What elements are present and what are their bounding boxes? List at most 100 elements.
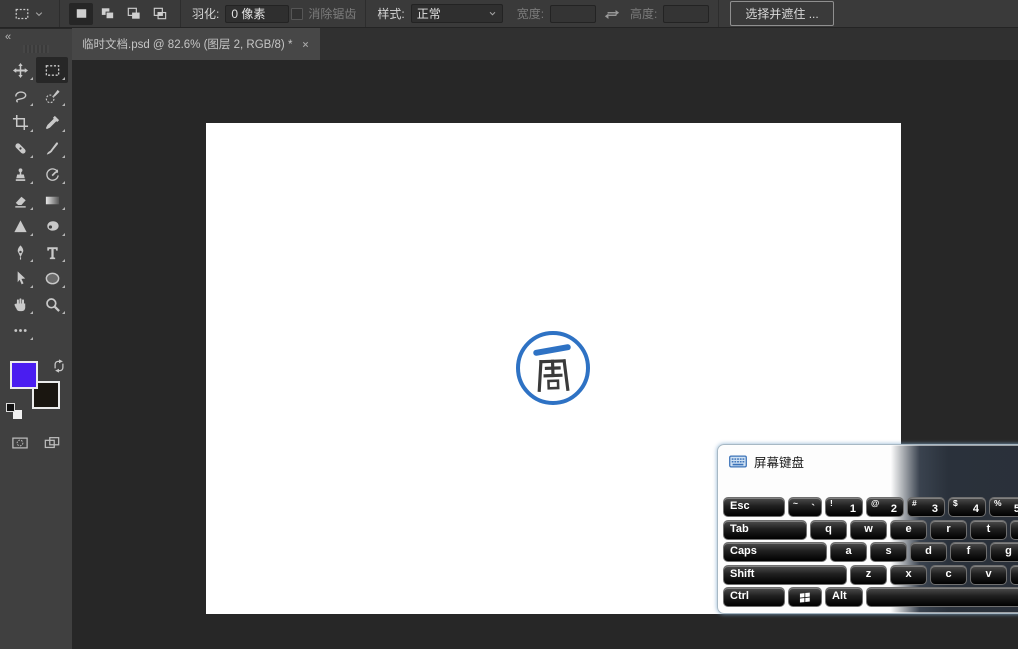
divider <box>718 0 720 27</box>
new-selection-icon <box>73 5 90 22</box>
intersect-with-selection-icon <box>151 5 168 22</box>
key-s[interactable]: s <box>870 542 907 562</box>
dodge-icon <box>44 218 61 235</box>
tool-zoom[interactable] <box>36 291 68 317</box>
key-q[interactable]: q <box>810 519 847 540</box>
key-x[interactable]: x <box>890 564 927 585</box>
tool-spot-healing-brush[interactable] <box>4 135 36 161</box>
key-alt[interactable]: Alt <box>825 587 863 607</box>
divider <box>180 0 181 27</box>
document-tab-bar: 临时文档.psd @ 82.6% (图层 2, RGB/8) * <box>72 28 1018 60</box>
key-ctrl[interactable]: Ctrl <box>723 587 785 607</box>
tool-brush[interactable] <box>36 135 68 161</box>
tool-history-brush[interactable] <box>36 161 68 187</box>
tool-edit-toolbar-ellipsis[interactable] <box>4 317 36 343</box>
add-to-selection-button[interactable] <box>95 3 119 25</box>
key-d[interactable]: d <box>910 542 947 562</box>
rectangular-marquee-icon <box>14 6 30 22</box>
subtract-from-selection-icon <box>125 5 142 22</box>
antialias-checkbox <box>291 7 304 20</box>
key-r[interactable]: r <box>930 519 967 540</box>
key-g[interactable]: g <box>990 542 1018 562</box>
osk-titlebar[interactable]: 屏幕键盘 <box>723 450 1018 472</box>
key-v[interactable]: v <box>970 564 1007 585</box>
tool-lasso[interactable] <box>4 83 36 109</box>
quick-selection-icon <box>44 88 61 105</box>
divider <box>59 0 60 27</box>
divider <box>365 0 367 27</box>
tool-eraser[interactable] <box>4 187 36 213</box>
style-select-value: 正常 <box>416 7 441 21</box>
key-5[interactable]: % 5 <box>989 497 1018 517</box>
style-select[interactable]: 正常 <box>410 4 503 23</box>
key-y[interactable]: y <box>1010 519 1018 540</box>
feather-label: 羽化: <box>192 7 220 21</box>
collapse-panel-button[interactable]: « <box>5 31 11 43</box>
eyedropper-icon <box>44 114 61 131</box>
chevron-down-icon <box>34 9 44 19</box>
tool-move[interactable] <box>4 57 36 83</box>
tool-ellipse-shape[interactable] <box>36 265 68 291</box>
spot-healing-brush-icon <box>12 140 29 157</box>
key-f[interactable]: f <box>950 542 987 562</box>
tool-clone-stamp[interactable] <box>4 161 36 187</box>
key-3[interactable]: #3 <box>907 497 945 517</box>
tool-hand[interactable] <box>4 291 36 317</box>
tool-quick-selection[interactable] <box>36 83 68 109</box>
clone-stamp-icon <box>12 166 29 183</box>
new-selection-button[interactable] <box>69 2 93 25</box>
crop-icon <box>12 114 29 131</box>
key-w[interactable]: w <box>850 519 887 540</box>
select-and-mask-button[interactable]: 选择并遮住 ... <box>730 1 834 26</box>
tool-gradient[interactable] <box>36 187 68 213</box>
key-b[interactable]: b <box>1010 564 1018 585</box>
close-tab-icon[interactable] <box>301 40 310 49</box>
color-widget <box>4 359 68 421</box>
key-caps[interactable]: Caps <box>723 542 827 562</box>
quick-mask-button[interactable] <box>11 435 29 451</box>
swap-colors-icon[interactable] <box>52 359 66 373</box>
height-label: 高度: <box>630 7 658 21</box>
hand-icon <box>12 296 29 313</box>
tool-preset-button[interactable] <box>8 4 50 24</box>
tool-dodge[interactable] <box>36 213 68 239</box>
tool-path-selection[interactable] <box>4 265 36 291</box>
panel-grip[interactable] <box>23 45 49 53</box>
key-tab[interactable]: Tab <box>723 519 807 540</box>
document-tab[interactable]: 临时文档.psd @ 82.6% (图层 2, RGB/8) * <box>72 28 321 60</box>
brush-icon <box>44 140 61 157</box>
move-icon <box>12 62 29 79</box>
tool-type[interactable] <box>36 239 68 265</box>
path-selection-icon <box>12 270 29 287</box>
logo-artwork <box>516 331 590 405</box>
windows-logo-icon <box>798 591 812 604</box>
key-4[interactable]: $4 <box>948 497 986 517</box>
key-space[interactable] <box>866 587 1018 607</box>
key-win[interactable] <box>788 587 822 607</box>
antialias-label: 消除锯齿 <box>308 7 357 21</box>
tool-pen[interactable] <box>4 239 36 265</box>
osk-title: 屏幕键盘 <box>754 455 805 470</box>
swap-dimensions-icon[interactable] <box>604 6 620 22</box>
key-2[interactable]: @2 <box>866 497 904 517</box>
key-z[interactable]: z <box>850 564 887 585</box>
default-colors-icon[interactable] <box>6 403 22 419</box>
key-esc[interactable]: Esc <box>723 497 785 517</box>
key-shift[interactable]: Shift <box>723 564 847 585</box>
subtract-from-selection-button[interactable] <box>121 3 145 25</box>
key-c[interactable]: c <box>930 564 967 585</box>
screen-mode-button[interactable] <box>43 435 61 451</box>
foreground-color-swatch[interactable] <box>10 361 38 389</box>
tool-rectangular-marquee[interactable] <box>36 57 68 83</box>
tool-sharpen[interactable] <box>4 213 36 239</box>
tool-eyedropper[interactable] <box>36 109 68 135</box>
key-backtick[interactable]: ~ ` <box>788 497 822 517</box>
intersect-with-selection-button[interactable] <box>147 3 171 25</box>
tool-crop[interactable] <box>4 109 36 135</box>
key-1[interactable]: ! 1 <box>825 497 863 517</box>
key-e[interactable]: e <box>890 519 927 540</box>
feather-input[interactable] <box>225 4 290 23</box>
key-t[interactable]: t <box>970 519 1007 540</box>
osk-keys: Esc~`!1@2#3$4%5 Tabqwerty Capsasdfg Shiftzx… <box>723 497 1018 607</box>
key-a[interactable]: a <box>830 542 867 562</box>
